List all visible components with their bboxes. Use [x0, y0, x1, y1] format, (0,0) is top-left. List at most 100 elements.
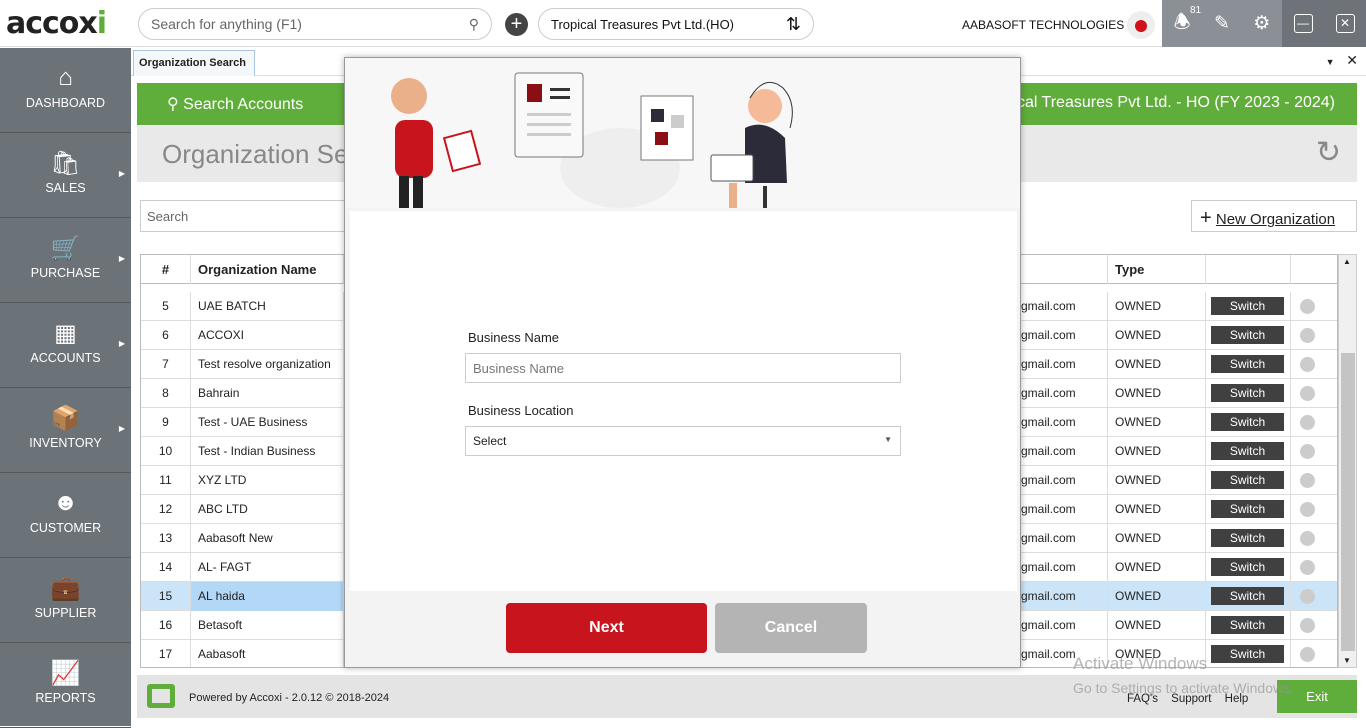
- new-organization-button[interactable]: + New Organization: [1191, 200, 1357, 232]
- organization-name: AL haida: [191, 582, 344, 611]
- inventory-icon: 📦: [50, 405, 81, 432]
- add-icon[interactable]: +: [505, 13, 528, 36]
- sidebar-item-supplier[interactable]: 💼 SUPPLIER: [0, 558, 131, 643]
- scroll-up-icon[interactable]: ▲: [1343, 257, 1351, 266]
- sidebar-item-sales[interactable]: 🛍 SALES ▶: [0, 133, 131, 218]
- switch-button[interactable]: Switch: [1211, 587, 1284, 605]
- column-header[interactable]: #: [141, 255, 191, 284]
- org-menu[interactable]: AABASOFT TECHNOLOGIES ▸: [962, 18, 1134, 32]
- company-selector[interactable]: Tropical Treasures Pvt Ltd.(HO) ⇅: [538, 8, 814, 40]
- type: OWNED: [1108, 495, 1206, 524]
- row-menu-icon[interactable]: [1300, 357, 1315, 372]
- scrollbar-thumb[interactable]: [1341, 353, 1355, 651]
- email: gmail.com: [1011, 611, 1108, 640]
- type: OWNED: [1108, 437, 1206, 466]
- row-menu-icon[interactable]: [1300, 415, 1315, 430]
- top-bar: accoxi Search for anything (F1) ⚲ + Tropi…: [0, 0, 1366, 47]
- next-button[interactable]: Next: [506, 603, 707, 653]
- bell-icon[interactable]: 🕭: [1174, 8, 1191, 40]
- switch-button[interactable]: Switch: [1211, 500, 1284, 518]
- type: OWNED: [1108, 553, 1206, 582]
- tab-close-icon[interactable]: ✕: [1346, 52, 1358, 68]
- column-header[interactable]: [1291, 255, 1337, 284]
- sidebar-item-inventory[interactable]: 📦 INVENTORY ▶: [0, 388, 131, 473]
- email: gmail.com: [1011, 495, 1108, 524]
- row-menu-icon[interactable]: [1300, 531, 1315, 546]
- refresh-icon[interactable]: ↻: [1316, 135, 1341, 170]
- column-header[interactable]: [1021, 255, 1108, 284]
- global-search-input[interactable]: Search for anything (F1) ⚲: [138, 8, 492, 40]
- switch-button[interactable]: Switch: [1211, 413, 1284, 431]
- sidebar-item-customer[interactable]: ☻ CUSTOMER: [0, 473, 131, 558]
- business-name-input[interactable]: Business Name: [465, 353, 901, 383]
- switch-cell: Switch: [1206, 495, 1291, 524]
- row-menu-icon[interactable]: [1300, 589, 1315, 604]
- org-name: AABASOFT TECHNOLOGIES: [962, 18, 1125, 32]
- menu-cell: [1291, 321, 1337, 350]
- sidebar-item-accounts[interactable]: ▦ ACCOUNTS ▶: [0, 303, 131, 388]
- sidebar-item-label: CUSTOMER: [29, 521, 102, 535]
- switch-button[interactable]: Switch: [1211, 326, 1284, 344]
- organization-name: Test resolve organization: [191, 350, 344, 379]
- feedback-icon[interactable]: ✎: [1214, 12, 1230, 35]
- type: OWNED: [1108, 466, 1206, 495]
- switch-company-icon[interactable]: ⇅: [786, 14, 801, 35]
- sidebar-item-label: ACCOUNTS: [30, 351, 101, 365]
- row-menu-icon[interactable]: [1300, 299, 1315, 314]
- row-menu-icon[interactable]: [1300, 473, 1315, 488]
- switch-button[interactable]: Switch: [1211, 355, 1284, 373]
- row-menu-icon[interactable]: [1300, 328, 1315, 343]
- column-header[interactable]: Type: [1108, 255, 1206, 284]
- row-number: 10: [141, 437, 191, 466]
- chevron-down-icon: ▼: [884, 435, 892, 444]
- row-menu-icon[interactable]: [1300, 647, 1315, 662]
- switch-button[interactable]: Switch: [1211, 384, 1284, 402]
- business-location-select[interactable]: Select ▼: [465, 426, 901, 456]
- row-menu-icon[interactable]: [1300, 560, 1315, 575]
- windows-watermark: Activate Windows Go to Settings to activa…: [1073, 652, 1294, 700]
- search-accounts-label: Search Accounts: [183, 96, 304, 113]
- search-icon: ⚲: [468, 15, 479, 32]
- gear-icon[interactable]: ⚙: [1253, 12, 1270, 35]
- row-menu-icon[interactable]: [1300, 444, 1315, 459]
- submenu-arrow-icon: ▶: [118, 169, 125, 178]
- row-number: 6: [141, 321, 191, 350]
- cancel-button[interactable]: Cancel: [715, 603, 867, 653]
- row-number: 8: [141, 379, 191, 408]
- plus-icon: +: [1200, 207, 1212, 229]
- row-menu-icon[interactable]: [1300, 502, 1315, 517]
- menu-cell: [1291, 524, 1337, 553]
- row-menu-icon[interactable]: [1300, 618, 1315, 633]
- switch-button[interactable]: Switch: [1211, 616, 1284, 634]
- organization-name: AL- FAGT: [191, 553, 344, 582]
- column-header[interactable]: Organization Name: [191, 255, 344, 284]
- switch-button[interactable]: Switch: [1211, 471, 1284, 489]
- sidebar-item-purchase[interactable]: 🛒 PURCHASE ▶: [0, 218, 131, 303]
- organization-name: Test - UAE Business: [191, 408, 344, 437]
- tab-organization-search[interactable]: Organization Search: [133, 50, 255, 76]
- row-number: 15: [141, 582, 191, 611]
- window-controls: — ✕: [1282, 0, 1366, 47]
- search-input[interactable]: Search: [140, 200, 346, 232]
- row-number: 16: [141, 611, 191, 640]
- row-menu-icon[interactable]: [1300, 386, 1315, 401]
- type: OWNED: [1108, 524, 1206, 553]
- sidebar-item-label: SUPPLIER: [34, 606, 97, 620]
- avatar[interactable]: [1127, 11, 1155, 39]
- switch-button[interactable]: Switch: [1211, 558, 1284, 576]
- search-accounts-button[interactable]: ⚲ Search Accounts: [167, 94, 303, 114]
- tab-dropdown-icon[interactable]: ▼: [1326, 57, 1335, 67]
- close-icon[interactable]: ✕: [1335, 14, 1355, 33]
- sidebar-item-label: REPORTS: [35, 691, 96, 705]
- scroll-down-icon[interactable]: ▼: [1343, 656, 1351, 665]
- switch-button[interactable]: Switch: [1211, 442, 1284, 460]
- sidebar-item-dashboard[interactable]: ⌂ DASHBOARD: [0, 48, 131, 133]
- minimize-icon[interactable]: —: [1293, 14, 1313, 33]
- sidebar: ⌂ DASHBOARD 🛍 SALES ▶ 🛒 PURCHASE ▶ ▦ ACCOUNTS ▶ 📦 IN…: [0, 48, 131, 728]
- sidebar-item-reports[interactable]: 📈 REPORTS: [0, 643, 131, 728]
- table-scrollbar[interactable]: ▲ ▼: [1338, 254, 1357, 668]
- switch-button[interactable]: Switch: [1211, 297, 1284, 315]
- column-header[interactable]: [1206, 255, 1291, 284]
- switch-button[interactable]: Switch: [1211, 529, 1284, 547]
- powered-by: Powered by Accoxi - 2.0.12 © 2018-2024: [189, 692, 390, 704]
